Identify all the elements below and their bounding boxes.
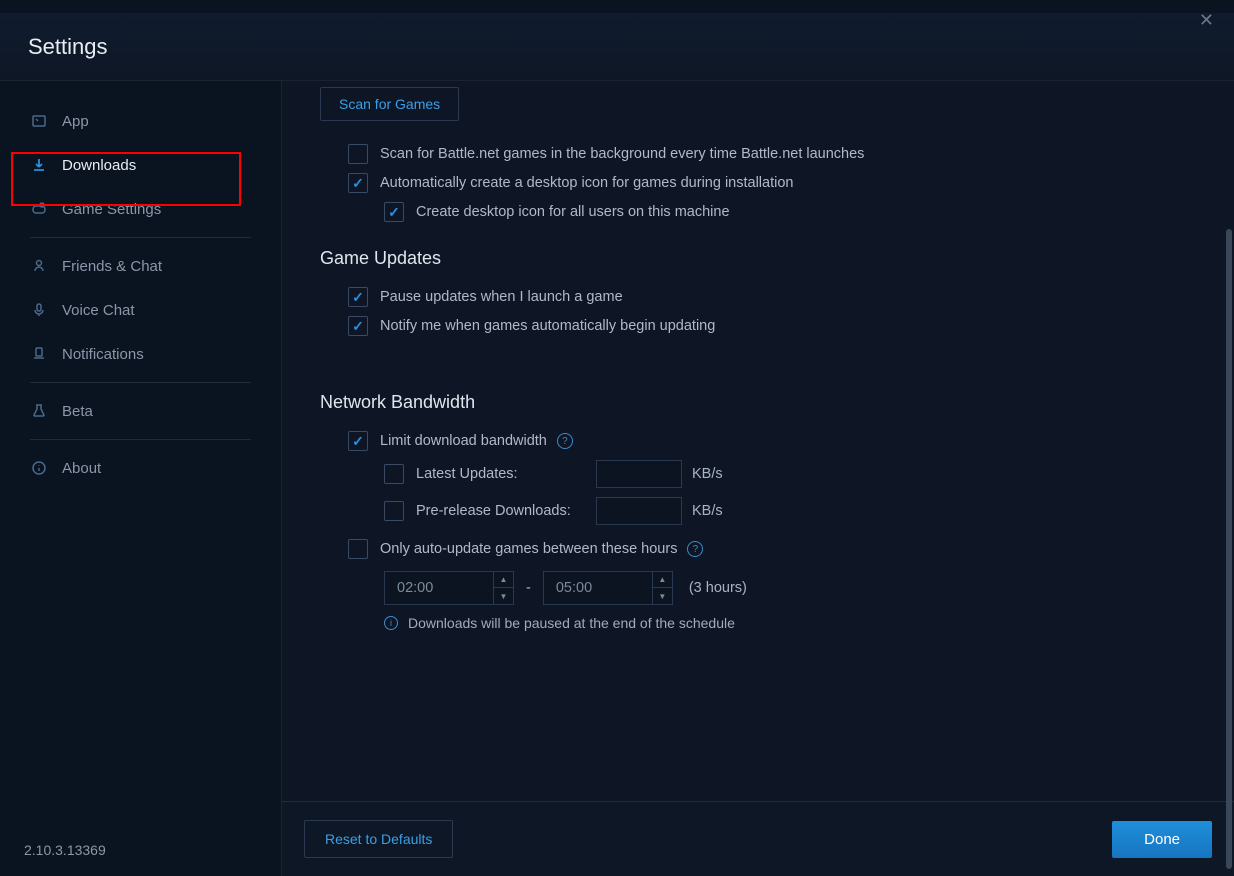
sidebar-item-label: App <box>62 113 89 130</box>
time-separator: - <box>526 580 531 596</box>
checkbox-pause-updates[interactable] <box>348 287 368 307</box>
sidebar-item-label: Notifications <box>62 346 144 363</box>
close-icon[interactable]: ✕ <box>1195 6 1218 35</box>
content-panel: Scan for Games Scan for Battle.net games… <box>282 81 1234 876</box>
sidebar-item-label: Voice Chat <box>62 302 135 319</box>
page-title: Settings <box>28 34 108 60</box>
label-limit-bandwidth: Limit download bandwidth <box>380 433 547 449</box>
unit-label: KB/s <box>692 466 723 482</box>
checkbox-auto-update-hours[interactable] <box>348 539 368 559</box>
sidebar-item-voice-chat[interactable]: Voice Chat <box>0 288 281 332</box>
scrollbar[interactable] <box>1226 229 1232 869</box>
input-pre-release-bandwidth[interactable] <box>596 497 682 525</box>
header: Settings <box>0 13 1234 81</box>
reset-to-defaults-button[interactable]: Reset to Defaults <box>304 820 453 858</box>
info-icon <box>30 459 48 477</box>
sidebar-item-game-settings[interactable]: Game Settings <box>0 187 281 231</box>
version-label: 2.10.3.13369 <box>0 824 281 876</box>
mic-icon <box>30 301 48 319</box>
input-latest-updates-bandwidth[interactable] <box>596 460 682 488</box>
scan-for-games-button[interactable]: Scan for Games <box>320 87 459 121</box>
label-scan-background: Scan for Battle.net games in the backgro… <box>380 146 864 162</box>
label-pre-release: Pre-release Downloads: <box>416 503 596 519</box>
label-auto-desktop-icon: Automatically create a desktop icon for … <box>380 175 793 191</box>
checkbox-pre-release[interactable] <box>384 501 404 521</box>
sidebar-item-beta[interactable]: Beta <box>0 389 281 433</box>
sidebar-item-label: About <box>62 460 101 477</box>
game-settings-icon <box>30 200 48 218</box>
section-title-game-updates: Game Updates <box>320 248 1196 269</box>
time-from-value: 02:00 <box>385 580 493 596</box>
label-notify-updates: Notify me when games automatically begin… <box>380 318 715 334</box>
checkbox-notify-updates[interactable] <box>348 316 368 336</box>
hours-note: (3 hours) <box>689 580 747 596</box>
friends-icon <box>30 257 48 275</box>
sidebar-item-friends[interactable]: Friends & Chat <box>0 244 281 288</box>
help-icon[interactable]: ? <box>687 541 703 557</box>
section-title-network-bandwidth: Network Bandwidth <box>320 392 1196 413</box>
bell-icon <box>30 345 48 363</box>
info-icon: i <box>384 616 398 630</box>
sidebar-item-label: Game Settings <box>62 201 161 218</box>
label-desktop-icon-all-users: Create desktop icon for all users on thi… <box>416 204 730 220</box>
checkbox-auto-desktop-icon[interactable] <box>348 173 368 193</box>
time-to-up-icon[interactable]: ▲ <box>653 572 672 588</box>
beaker-icon <box>30 402 48 420</box>
footer: Reset to Defaults Done <box>282 801 1234 876</box>
download-icon <box>30 156 48 174</box>
checkbox-limit-bandwidth[interactable] <box>348 431 368 451</box>
label-auto-update-hours: Only auto-update games between these hou… <box>380 541 677 557</box>
sidebar: App Downloads Game Settings Friends & Ch <box>0 81 282 876</box>
time-from-up-icon[interactable]: ▲ <box>494 572 513 588</box>
sidebar-item-notifications[interactable]: Notifications <box>0 332 281 376</box>
time-from-down-icon[interactable]: ▼ <box>494 588 513 604</box>
schedule-info-text: Downloads will be paused at the end of t… <box>408 615 735 631</box>
unit-label: KB/s <box>692 503 723 519</box>
sidebar-item-label: Beta <box>62 403 93 420</box>
time-to-input[interactable]: 05:00 ▲ ▼ <box>543 571 673 605</box>
done-button[interactable]: Done <box>1112 821 1212 858</box>
help-icon[interactable]: ? <box>557 433 573 449</box>
label-pause-updates: Pause updates when I launch a game <box>380 289 623 305</box>
app-icon <box>30 112 48 130</box>
sidebar-item-label: Downloads <box>62 157 136 174</box>
checkbox-latest-updates[interactable] <box>384 464 404 484</box>
time-to-down-icon[interactable]: ▼ <box>653 588 672 604</box>
sidebar-item-about[interactable]: About <box>0 446 281 490</box>
sidebar-item-label: Friends & Chat <box>62 258 162 275</box>
time-to-value: 05:00 <box>544 580 652 596</box>
checkbox-scan-background[interactable] <box>348 144 368 164</box>
sidebar-item-downloads[interactable]: Downloads <box>0 143 281 187</box>
time-from-input[interactable]: 02:00 ▲ ▼ <box>384 571 514 605</box>
checkbox-desktop-icon-all-users[interactable] <box>384 202 404 222</box>
sidebar-item-app[interactable]: App <box>0 99 281 143</box>
label-latest-updates: Latest Updates: <box>416 466 596 482</box>
